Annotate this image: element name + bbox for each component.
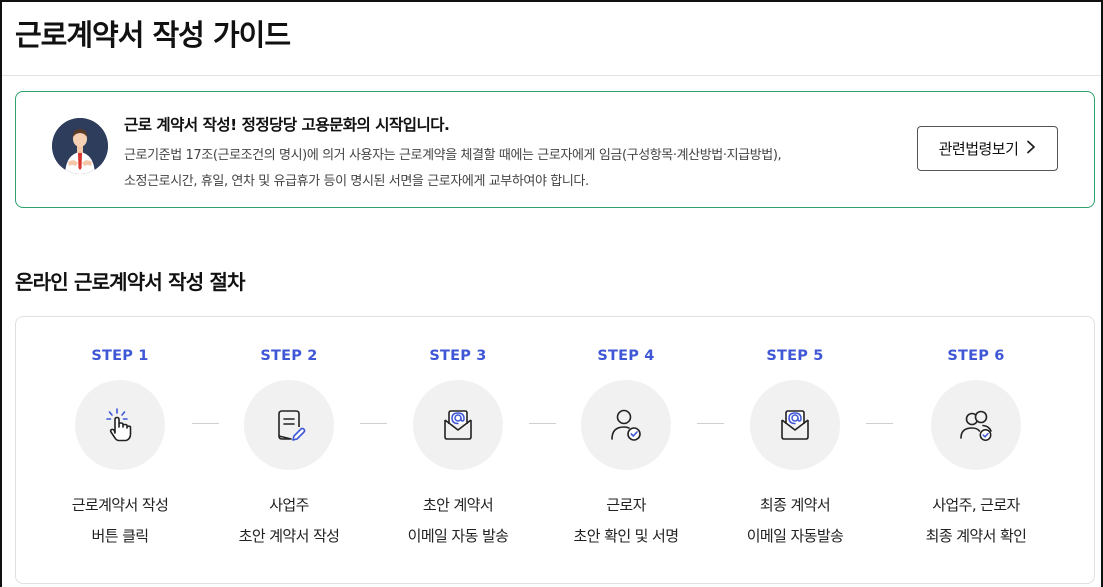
- step-description-line-2: 이메일 자동 발송: [407, 527, 509, 545]
- user-check-icon: [611, 409, 641, 441]
- step-label: STEP 3: [429, 348, 487, 364]
- notice-text-line-2: 소정근로시간, 휴일, 연차 및 유급휴가 등이 명시된 서면을 근로자에게 교…: [124, 174, 589, 189]
- step-3: STEP 3 초안 계약서 이메일 자동 발송: [373, 317, 543, 585]
- step-description-line-2: 최종 계약서 확인: [925, 527, 1027, 545]
- hand-click-icon: [106, 408, 132, 442]
- procedure-steps-box: STEP 1 근로계약서 작성 버튼 클릭 STEP 2 사업주 초안 계약서 …: [15, 316, 1095, 584]
- related-law-button-label: 관련법령보기: [938, 140, 1019, 158]
- step-description-line-1: 사업주: [269, 496, 309, 514]
- step-description-line-1: 근로자: [606, 496, 646, 514]
- person-illustration-icon: [52, 118, 108, 174]
- step-label: STEP 1: [91, 348, 149, 364]
- related-law-button[interactable]: 관련법령보기: [917, 126, 1058, 171]
- step-5: STEP 5 최종 계약서 이메일 자동발송: [710, 317, 880, 585]
- notice-box: 근로 계약서 작성! 정정당당 고용문화의 시작입니다. 근로기준법 17조(근…: [15, 91, 1095, 208]
- users-check-icon: [960, 410, 992, 441]
- step-description-line-1: 사업주, 근로자: [932, 496, 1020, 514]
- notice-text-line-1: 근로기준법 17조(근로조건의 명시)에 의거 사용자는 근로계약을 체결할 때…: [124, 148, 782, 163]
- step-icon-circle: [931, 380, 1021, 470]
- email-envelope-icon: [444, 410, 472, 440]
- step-description-line-1: 초안 계약서: [422, 496, 494, 514]
- step-1: STEP 1 근로계약서 작성 버튼 클릭: [35, 317, 205, 585]
- step-icon-circle: [413, 380, 503, 470]
- step-connector: [866, 423, 893, 424]
- avatar: [52, 118, 108, 174]
- step-icon-circle: [750, 380, 840, 470]
- document-edit-icon: [278, 410, 306, 441]
- step-description-line-2: 이메일 자동발송: [746, 527, 844, 545]
- header-divider: [2, 75, 1101, 76]
- email-envelope-icon: [781, 410, 809, 440]
- step-description-line-2: 버튼 클릭: [91, 527, 150, 545]
- step-label: STEP 2: [260, 348, 318, 364]
- chevron-right-icon: [1026, 139, 1036, 158]
- step-description-line-2: 초안 계약서 작성: [238, 527, 340, 545]
- step-description-line-2: 초안 확인 및 서명: [573, 527, 680, 545]
- procedure-section-title: 온라인 근로계약서 작성 절차: [15, 270, 246, 294]
- step-2: STEP 2 사업주 초안 계약서 작성: [204, 317, 374, 585]
- step-icon-circle: [581, 380, 671, 470]
- step-4: STEP 4 근로자 초안 확인 및 서명: [541, 317, 711, 585]
- step-icon-circle: [75, 380, 165, 470]
- page-title: 근로계약서 작성 가이드: [15, 18, 291, 52]
- notice-title: 근로 계약서 작성! 정정당당 고용문화의 시작입니다.: [124, 116, 450, 134]
- step-description-line-1: 최종 계약서: [759, 496, 831, 514]
- step-description-line-1: 근로계약서 작성: [71, 496, 169, 514]
- step-label: STEP 5: [766, 348, 824, 364]
- step-icon-circle: [244, 380, 334, 470]
- step-6: STEP 6 사업주, 근로자 최종 계약서 확인: [891, 317, 1061, 585]
- step-label: STEP 4: [597, 348, 655, 364]
- step-label: STEP 6: [947, 348, 1005, 364]
